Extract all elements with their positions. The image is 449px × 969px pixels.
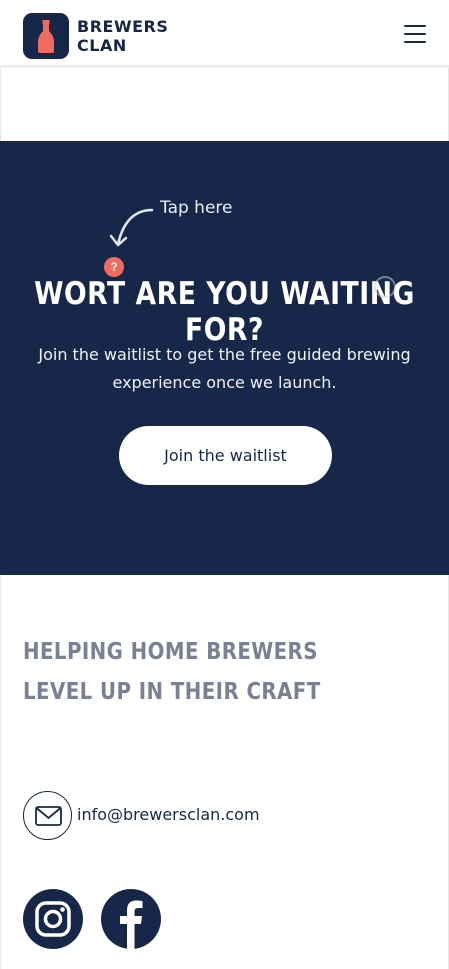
hero-description: Join the waitlist to get the free guided… (38, 345, 411, 392)
facebook-glyph (120, 900, 143, 949)
waitlist-hero: Tap here ? WORT ARE YOU WAITING FOR? Joi… (0, 141, 449, 575)
beer-bottle-icon (38, 20, 54, 53)
join-waitlist-button[interactable]: Join the waitlist (119, 426, 332, 485)
curved-arrow-icon (109, 208, 154, 247)
tap-here-hint: Tap here (160, 198, 233, 218)
brand-name[interactable]: BREWERS CLAN (77, 17, 168, 55)
cursor-indicator (374, 276, 396, 298)
facebook-icon[interactable] (101, 889, 161, 949)
instagram-glyph (35, 901, 71, 937)
logo-badge[interactable] (23, 13, 69, 59)
envelope-icon (35, 806, 62, 826)
brand-name-line1: BREWERS (77, 17, 169, 36)
hero-title: WORT ARE YOU WAITING FOR? (34, 276, 415, 348)
site-header: BREWERS CLAN (0, 0, 449, 68)
contact-email-link[interactable]: info@brewersclan.com (77, 805, 260, 824)
tagline: HELPING HOME BREWERS LEVEL UP IN THEIR C… (23, 639, 321, 705)
hamburger-menu-icon[interactable] (404, 25, 426, 45)
instagram-icon[interactable] (23, 889, 83, 949)
brand-name-line2: CLAN (77, 36, 127, 55)
question-badge-icon[interactable]: ? (104, 257, 124, 277)
mail-icon[interactable] (23, 791, 72, 840)
